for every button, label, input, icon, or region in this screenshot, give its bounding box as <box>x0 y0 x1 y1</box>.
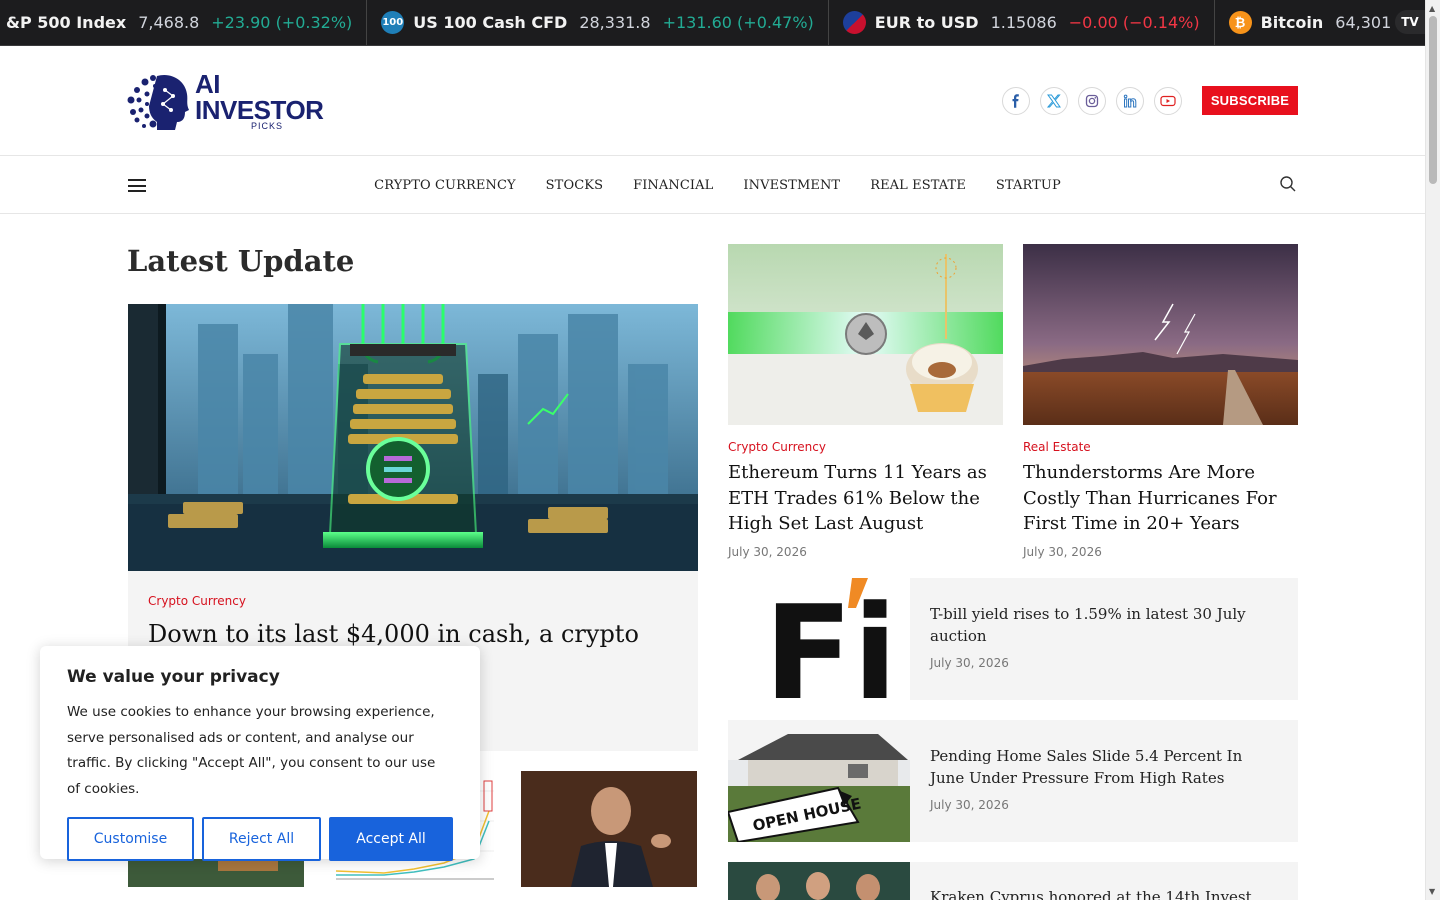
cookie-title: We value your privacy <box>67 667 280 687</box>
fi-logo-image[interactable]: Fi <box>728 578 910 700</box>
logo-subtitle: PICKS <box>250 121 283 131</box>
article-card[interactable]: Real Estate Thunderstorms Are More Costl… <box>1023 244 1298 559</box>
hero-article-category[interactable]: Crypto Currency <box>148 594 246 608</box>
article-title[interactable]: T-bill yield rises to 1.59% in latest 30… <box>930 603 1278 647</box>
nav-item-crypto-currency[interactable]: CRYPTO CURRENCY <box>374 178 516 193</box>
article-title[interactable]: Thunderstorms Are More Costly Than Hurri… <box>1023 460 1298 537</box>
reject-all-button[interactable]: Reject All <box>202 817 321 861</box>
ticker-item[interactable]: EUR to USD 1.15086 −0.00 (−0.14%) <box>829 0 1215 45</box>
facebook-icon[interactable] <box>1002 87 1030 115</box>
hero-article-image[interactable] <box>128 304 698 571</box>
article-image[interactable] <box>728 862 910 900</box>
ticker-name: EUR to USD <box>874 13 979 32</box>
site-logo[interactable]: AI INVESTOR PICKS <box>127 70 339 132</box>
cookie-consent-banner: We value your privacy We use cookies to … <box>40 646 480 861</box>
article-category[interactable]: Crypto Currency <box>728 440 1003 454</box>
article-date: July 30, 2026 <box>930 656 1009 670</box>
logo-title: AI INVESTOR <box>195 69 324 125</box>
ticker-item[interactable]: ₿ Bitcoin 64,301 − <box>1215 0 1425 45</box>
nav-item-investment[interactable]: INVESTMENT <box>743 178 840 193</box>
instagram-icon[interactable] <box>1078 87 1106 115</box>
ticker-price: 7,468.8 <box>138 13 200 32</box>
article-date: July 30, 2026 <box>1023 544 1102 559</box>
fi-logo-text: Fi <box>764 578 897 700</box>
ticker-name: &P 500 Index <box>6 13 127 32</box>
cookie-text: We use cookies to enhance your browsing … <box>67 704 436 797</box>
article-card[interactable]: Crypto Currency Ethereum Turns 11 Years … <box>728 244 1003 559</box>
nav-item-real-estate[interactable]: REAL ESTATE <box>870 178 966 193</box>
scroll-down-arrow-icon[interactable]: ▼ <box>1429 887 1435 896</box>
customise-button[interactable]: Customise <box>67 817 194 861</box>
accept-all-button[interactable]: Accept All <box>329 817 453 861</box>
article-title[interactable]: Ethereum Turns 11 Years as ETH Trades 61… <box>728 460 1003 537</box>
bitcoin-icon: ₿ <box>1228 11 1252 34</box>
article-list-item[interactable]: Kraken Cyprus honored at the 14th Invest <box>728 862 1298 900</box>
search-icon[interactable] <box>1279 175 1297 193</box>
article-date: July 30, 2026 <box>728 544 807 559</box>
market-ticker[interactable]: &P 500 Index 7,468.8 +23.90 (+0.32%) 100… <box>0 0 1425 46</box>
article-list-item[interactable]: OPEN HOUSE Pending Home Sales Slide 5.4 … <box>728 720 1298 842</box>
ticker-change: −0.00 (−0.14%) <box>1068 13 1200 32</box>
article-image[interactable] <box>728 244 1003 425</box>
linkedin-icon[interactable] <box>1116 87 1144 115</box>
ticker-price: 64,301 <box>1335 13 1392 32</box>
ticker-price: 28,331.8 <box>579 13 651 32</box>
ticker-change: +23.90 (+0.32%) <box>211 13 353 32</box>
article-list-item[interactable]: Fi T-bill yield rises to 1.59% in latest… <box>728 578 1298 700</box>
x-twitter-icon[interactable] <box>1040 87 1068 115</box>
nav-item-startup[interactable]: STARTUP <box>996 178 1061 193</box>
scrollbar-thumb[interactable] <box>1429 16 1437 184</box>
article-title[interactable]: Pending Home Sales Slide 5.4 Percent In … <box>930 745 1278 789</box>
ticker-change: +131.60 (+0.47%) <box>662 13 814 32</box>
section-title: Latest Update <box>127 244 355 278</box>
ticker-item[interactable]: 100 US 100 Cash CFD 28,331.8 +131.60 (+0… <box>367 0 829 45</box>
article-thumbnail[interactable] <box>521 771 697 887</box>
ticker-name: US 100 Cash CFD <box>413 13 568 32</box>
ticker-price: 1.15086 <box>990 13 1057 32</box>
social-links <box>1002 87 1182 115</box>
open-house-image[interactable]: OPEN HOUSE <box>728 720 910 842</box>
article-image[interactable] <box>1023 244 1298 425</box>
page-scrollbar[interactable]: ▲ ▼ <box>1425 0 1440 900</box>
nav-item-stocks[interactable]: STOCKS <box>546 178 603 193</box>
youtube-icon[interactable] <box>1154 87 1182 115</box>
site-header: AI INVESTOR PICKS SUBSCRIBE <box>0 46 1425 156</box>
nav-item-financial[interactable]: FINANCIAL <box>633 178 713 193</box>
brain-head-logo-icon <box>127 70 193 132</box>
scroll-up-arrow-icon[interactable]: ▲ <box>1429 4 1435 13</box>
eur-usd-flag-icon <box>842 11 866 34</box>
article-title[interactable]: Kraken Cyprus honored at the 14th Invest <box>930 886 1252 900</box>
subscribe-button[interactable]: SUBSCRIBE <box>1202 86 1298 115</box>
ticker-item[interactable]: &P 500 Index 7,468.8 +23.90 (+0.32%) <box>0 0 368 45</box>
article-date: July 30, 2026 <box>930 798 1009 812</box>
main-navigation: CRYPTO CURRENCY STOCKS FINANCIAL INVESTM… <box>0 157 1425 214</box>
us100-icon: 100 <box>381 11 405 34</box>
article-category[interactable]: Real Estate <box>1023 440 1298 454</box>
tradingview-logo-icon[interactable]: TV <box>1395 10 1425 34</box>
ticker-name: Bitcoin <box>1260 13 1324 32</box>
